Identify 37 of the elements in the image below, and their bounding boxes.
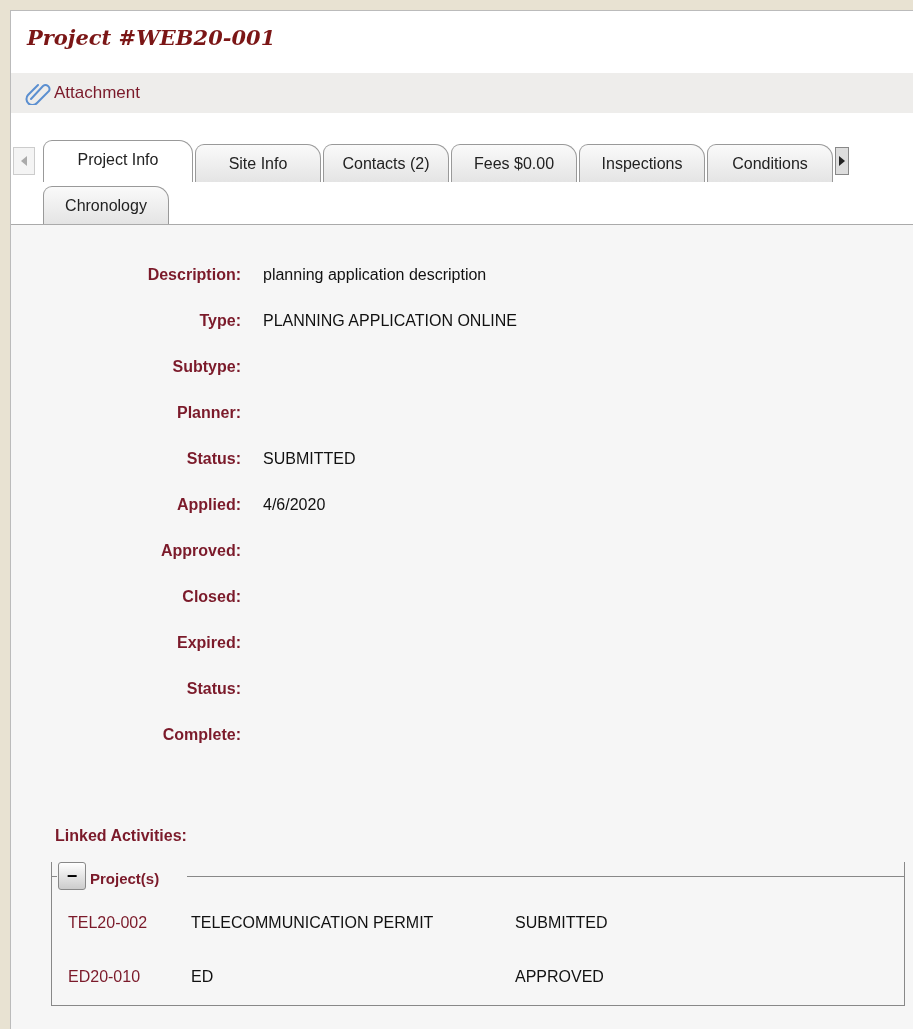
paperclip-icon <box>25 81 51 105</box>
tab[interactable]: Fees $0.00 <box>451 144 577 182</box>
page-title: Project #WEB20-001 <box>25 24 277 52</box>
tab[interactable]: Inspections <box>579 144 705 182</box>
activity-link[interactable]: ED20-010 <box>68 965 191 989</box>
field-label: Status: <box>185 449 242 469</box>
field-label: Type: <box>198 311 242 331</box>
field-label: Approved: <box>160 541 242 561</box>
field-label: Expired: <box>176 633 242 653</box>
field-label: Closed: <box>181 587 242 607</box>
tab[interactable]: Project Info <box>43 140 193 182</box>
field-label: Planner: <box>176 403 242 423</box>
field-value: 4/6/2020 <box>263 495 326 515</box>
activity-type: ED <box>191 967 215 987</box>
field-label: Description: <box>146 265 242 285</box>
field-value: SUBMITTED <box>263 449 356 469</box>
activity-link[interactable]: TEL20-002 <box>68 911 191 935</box>
field-label: Complete: <box>161 725 242 745</box>
right-arrow-icon <box>839 156 845 166</box>
field-label: Applied: <box>176 495 242 515</box>
field-label: Status: <box>185 679 242 699</box>
tab[interactable]: Conditions <box>707 144 833 182</box>
left-arrow-icon <box>21 156 27 166</box>
section-heading: Linked Activities: <box>55 826 188 846</box>
activity-type: TELECOMMUNICATION PERMIT <box>191 913 435 933</box>
group-legend: Project(s) <box>90 867 160 890</box>
field-value: PLANNING APPLICATION ONLINE <box>263 311 517 331</box>
tab[interactable]: Contacts (2) <box>323 144 449 182</box>
scroll-right-button[interactable] <box>835 147 849 175</box>
tab[interactable]: Site Info <box>195 144 321 182</box>
activity-status: APPROVED <box>515 967 604 987</box>
collapse-button[interactable]: − <box>58 862 86 890</box>
tab[interactable]: Chronology <box>43 186 169 224</box>
field-label: Subtype: <box>171 357 242 377</box>
activity-status: SUBMITTED <box>515 913 608 933</box>
attachment-link[interactable]: Attachment <box>54 80 140 106</box>
field-value: planning application description <box>263 265 487 285</box>
